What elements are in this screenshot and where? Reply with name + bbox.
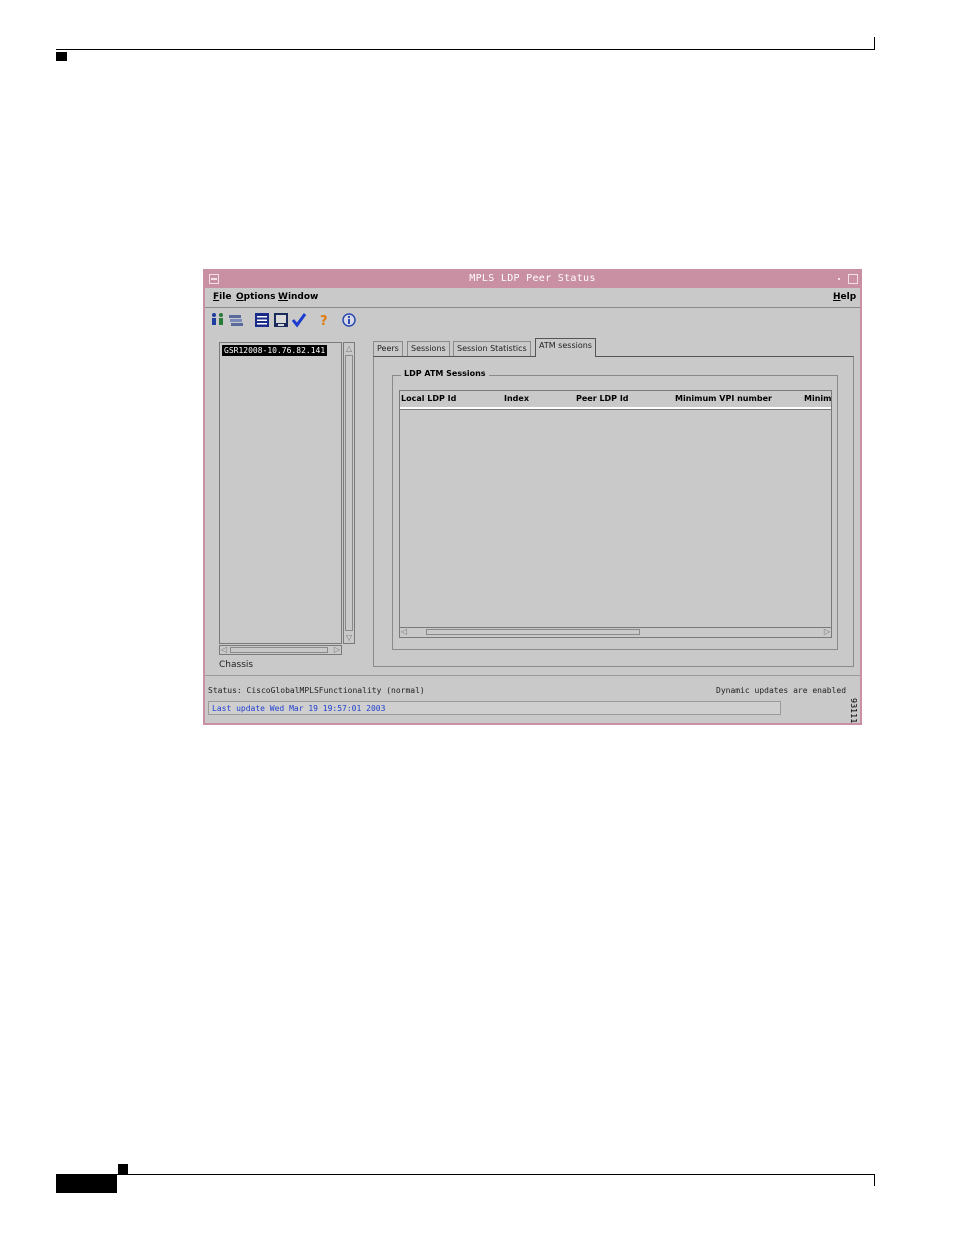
scroll-thumb[interactable]: [426, 629, 640, 635]
window-title: MPLS LDP Peer Status: [469, 273, 596, 284]
column-minimum-truncated[interactable]: Minimu: [804, 394, 831, 403]
scroll-right-icon[interactable]: ▷: [334, 645, 340, 654]
tab-atm-sessions[interactable]: ATM sessions: [535, 338, 596, 357]
device-list-horizontal-scrollbar[interactable]: ◁ ▷: [219, 645, 342, 655]
toolbar: ?: [205, 309, 860, 331]
last-update-field: Last update Wed Mar 19 19:57:01 2003: [208, 701, 781, 715]
menu-bar: File Options Window Help: [205, 288, 860, 308]
scroll-thumb[interactable]: [230, 647, 328, 653]
header-marker: [56, 52, 67, 61]
tab-peers[interactable]: Peers: [373, 341, 403, 356]
figure-number: 93111: [849, 698, 858, 724]
footer-marker: [118, 1164, 128, 1174]
svg-text:?: ?: [320, 314, 328, 328]
header-rule: [56, 49, 875, 50]
atm-sessions-pane: LDP ATM Sessions Local LDP Id Index Peer…: [373, 356, 854, 667]
column-local-ldp-id[interactable]: Local LDP Id: [401, 394, 456, 403]
column-index[interactable]: Index: [504, 394, 529, 403]
device-list[interactable]: GSR12008-10.76.82.141: [219, 342, 342, 644]
minimize-button[interactable]: [835, 274, 845, 284]
network-icon[interactable]: [227, 311, 244, 328]
checkmark-icon[interactable]: [290, 311, 307, 328]
scroll-down-icon[interactable]: ▽: [345, 633, 353, 642]
device-list-vertical-scrollbar[interactable]: △ ▽: [343, 342, 355, 644]
info-icon[interactable]: [340, 311, 357, 328]
people-icon[interactable]: [209, 311, 226, 328]
list-icon[interactable]: [253, 311, 270, 328]
footer-rule: [56, 1174, 875, 1175]
menu-file[interactable]: File: [213, 292, 231, 302]
table-horizontal-scrollbar[interactable]: ◁ ▷: [400, 627, 831, 637]
scroll-up-icon[interactable]: △: [345, 344, 353, 353]
help-icon[interactable]: ?: [315, 311, 332, 328]
table-header: Local LDP Id Index Peer LDP Id Minimum V…: [400, 391, 831, 409]
scroll-left-icon[interactable]: ◁: [401, 627, 407, 636]
header-tick: [874, 37, 875, 50]
group-title: LDP ATM Sessions: [401, 369, 489, 378]
column-minimum-vpi-number[interactable]: Minimum VPI number: [675, 394, 772, 403]
menu-window[interactable]: Window: [278, 292, 318, 302]
mpls-ldp-peer-status-window: MPLS LDP Peer Status File Options Window…: [203, 269, 862, 725]
ldp-atm-sessions-table[interactable]: Local LDP Id Index Peer LDP Id Minimum V…: [399, 390, 832, 638]
last-update-text: Last update Wed Mar 19 19:57:01 2003: [212, 704, 386, 713]
status-separator: [205, 675, 860, 676]
title-bar[interactable]: MPLS LDP Peer Status: [205, 271, 860, 288]
list-item[interactable]: GSR12008-10.76.82.141: [222, 345, 328, 356]
footer-tick: [874, 1175, 875, 1186]
scroll-right-icon[interactable]: ▷: [824, 627, 830, 636]
status-text: Status: CiscoGlobalMPLSFunctionality (no…: [208, 686, 425, 695]
tab-sessions[interactable]: Sessions: [407, 341, 450, 356]
monitor-icon[interactable]: [272, 311, 289, 328]
tab-session-statistics[interactable]: Session Statistics: [453, 341, 531, 356]
menu-options[interactable]: Options: [236, 292, 275, 302]
column-peer-ldp-id[interactable]: Peer LDP Id: [576, 394, 629, 403]
maximize-button[interactable]: [848, 274, 858, 284]
ldp-atm-sessions-group: LDP ATM Sessions Local LDP Id Index Peer…: [392, 369, 838, 650]
chassis-label: Chassis: [219, 660, 254, 670]
scroll-thumb[interactable]: [345, 355, 353, 631]
footer-bar: [56, 1175, 117, 1193]
scroll-left-icon[interactable]: ◁: [221, 645, 227, 654]
menu-help[interactable]: Help: [833, 292, 856, 302]
dynamic-updates-text: Dynamic updates are enabled: [716, 686, 847, 695]
